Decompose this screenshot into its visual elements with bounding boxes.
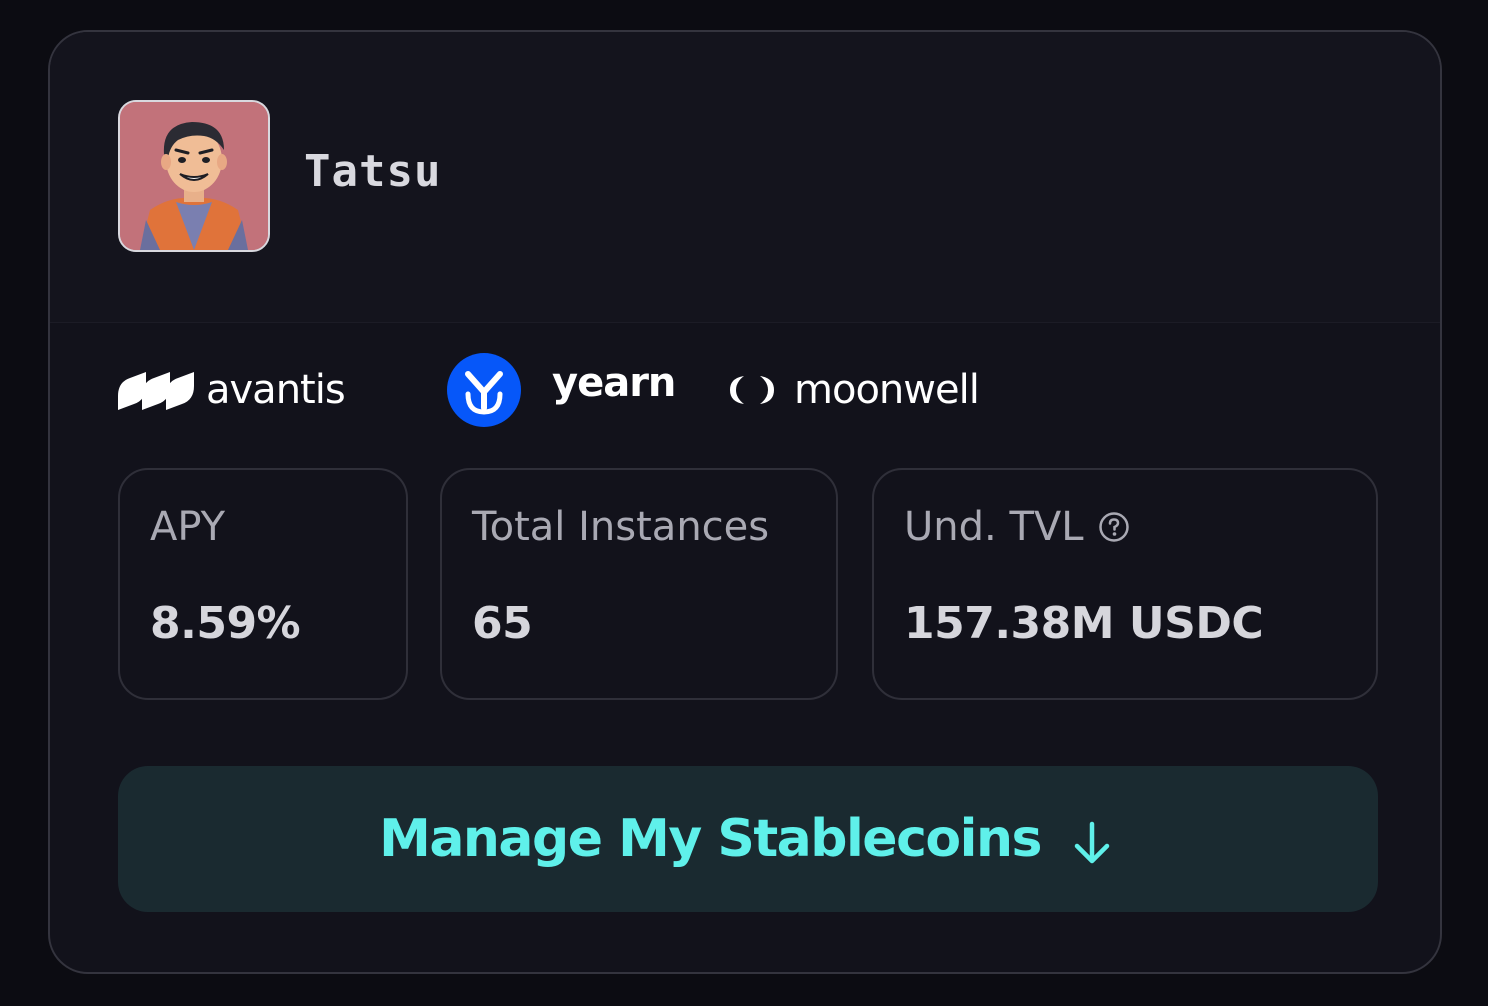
stat-label: Und. TVL (904, 504, 1130, 550)
cartoon-avatar-icon (120, 102, 268, 250)
help-circle-icon[interactable] (1098, 511, 1130, 543)
moonwell-logo-icon (730, 376, 774, 404)
card-header: Tatsu (50, 32, 1440, 323)
stat-label-text: Und. TVL (904, 504, 1084, 550)
protocol-avantis: avantis (116, 350, 346, 430)
stats-row: APY 8.59% Total Instances 65 Und. TVL 15… (118, 468, 1378, 702)
protocol-label: moonwell (794, 367, 980, 413)
avatar (118, 100, 270, 252)
arrow-down-icon (1067, 818, 1117, 868)
strategy-card: Tatsu avantis yearn moonwell APY 8.59% T… (48, 30, 1442, 974)
yearn-logo-icon (447, 353, 521, 427)
protocol-label: avantis (206, 367, 346, 413)
protocol-moonwell: moonwell (726, 350, 980, 430)
stat-label: APY (150, 504, 225, 550)
stat-label-text: Total Instances (472, 504, 770, 550)
stat-label: Total Instances (472, 504, 769, 550)
username: Tatsu (304, 146, 442, 197)
protocol-logos: avantis yearn moonwell (116, 350, 1316, 430)
stat-value: 157.38M USDC (904, 598, 1264, 649)
stat-value: 8.59% (150, 598, 301, 649)
protocol-yearn: yearn (446, 350, 676, 430)
stat-apy: APY 8.59% (118, 468, 408, 700)
protocol-label: yearn (552, 360, 676, 406)
stat-label-text: APY (150, 504, 226, 550)
stat-und-tvl: Und. TVL 157.38M USDC (872, 468, 1378, 700)
avantis-logo-icon (118, 372, 194, 410)
manage-button-label: Manage My Stablecoins (379, 809, 1042, 869)
manage-stablecoins-button[interactable]: Manage My Stablecoins (118, 766, 1378, 912)
stat-total-instances: Total Instances 65 (440, 468, 838, 700)
stat-value: 65 (472, 598, 533, 649)
